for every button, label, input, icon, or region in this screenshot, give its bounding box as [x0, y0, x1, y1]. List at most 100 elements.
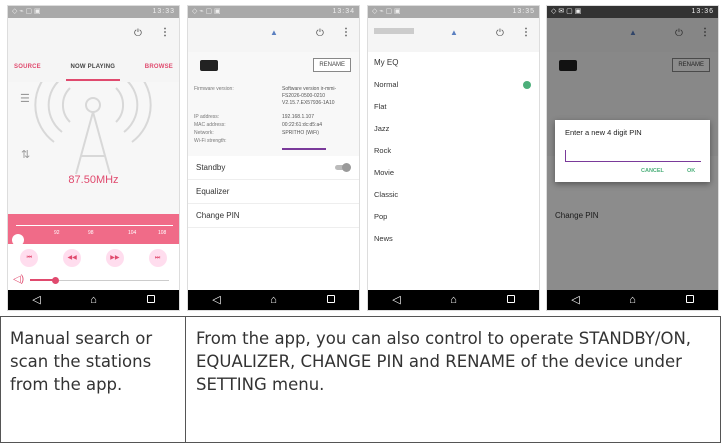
eq-item-movie[interactable]: Movie	[368, 162, 539, 184]
eq-item-label: Normal	[374, 80, 399, 89]
radio-tower-icon	[34, 67, 152, 175]
status-bar: ◇ ⌁ ▢ ▣ 13:33	[8, 6, 179, 18]
more-vert-icon[interactable]: ⋮	[341, 27, 351, 38]
eq-item-flat[interactable]: Flat	[368, 96, 539, 118]
menu-item-standby[interactable]: Standby	[188, 156, 359, 180]
frequency-display: 87.50MHz	[68, 174, 119, 186]
cancel-button[interactable]: CANCEL	[641, 168, 664, 174]
status-time: 13:35	[512, 8, 535, 15]
power-icon[interactable]: ⏻	[496, 28, 504, 39]
tuner-tick-label: 98	[88, 230, 94, 236]
phone-now-playing: ◇ ⌁ ▢ ▣ 13:33 ⏻ ⋮ SOURCE NOW PLAYING BROW…	[8, 6, 179, 310]
android-nav-bar: ◁ ⌂	[368, 290, 539, 310]
collapse-icon[interactable]: ▲	[450, 28, 458, 37]
tab-browse[interactable]: BROWSE	[145, 52, 173, 82]
tab-now-playing[interactable]: NOW PLAYING	[71, 52, 116, 82]
info-label-network: Network:	[194, 130, 214, 136]
back-icon[interactable]: ◁	[22, 290, 52, 310]
caption-left: Manual search or scan the stations from …	[10, 329, 153, 394]
tab-source[interactable]: SOURCE	[14, 52, 41, 82]
more-vert-icon[interactable]: ⋮	[160, 27, 170, 38]
info-label-firmware: Firmware version:	[194, 86, 234, 92]
home-icon[interactable]: ⌂	[439, 290, 469, 310]
recents-icon[interactable]	[496, 290, 526, 310]
tuner-knob[interactable]	[12, 234, 24, 246]
status-bar: ◇ ⌁ ▢ ▣ 13:35	[368, 6, 539, 18]
eq-item-rock[interactable]: Rock	[368, 140, 539, 162]
caption-cell-right: From the app, you can also control to op…	[186, 317, 721, 443]
status-time: 13:34	[332, 8, 355, 15]
eq-item-normal[interactable]: Normal	[368, 74, 539, 96]
pin-dialog: Enter a new 4 digit PIN CANCEL OK	[555, 120, 710, 182]
ok-button[interactable]: OK	[687, 168, 695, 174]
home-icon[interactable]: ⌂	[259, 290, 289, 310]
caption-right: From the app, you can also control to op…	[196, 329, 692, 394]
android-nav-bar: ◁ ⌂	[188, 290, 359, 310]
power-icon[interactable]: ⏻	[134, 28, 142, 39]
prev-icon[interactable]: ⏮	[20, 249, 39, 267]
device-image	[200, 60, 218, 71]
forward-icon[interactable]: ▶▶	[105, 249, 124, 267]
recents-icon[interactable]	[675, 290, 705, 310]
more-vert-icon[interactable]: ⋮	[521, 27, 531, 38]
settings-menu: Standby Equalizer Change PIN	[188, 156, 359, 228]
playback-controls: ⏮ ◀◀ ▶▶ ⏭	[8, 246, 179, 270]
android-nav-bar: ◁ ⌂	[547, 290, 718, 310]
tuner-tick-label: 108	[158, 230, 167, 236]
eq-list: My EQ Normal Flat Jazz Rock Movie Classi…	[368, 52, 539, 250]
now-playing-panel: ☰ ⇅	[8, 67, 179, 214]
home-icon[interactable]: ⌂	[79, 290, 109, 310]
app-bar: ⏻ ⋮	[8, 18, 179, 52]
phone-change-pin: ◇ ✉ ▢ ▣ 13:36 ▲ ⏻ ⋮ RENAME Change PIN Ent…	[547, 6, 718, 310]
info-value-mac: 00:22:61:dc:d5:a4	[282, 122, 323, 128]
back-icon[interactable]: ◁	[382, 290, 412, 310]
blurred-title	[374, 28, 414, 34]
eq-item-news[interactable]: News	[368, 228, 539, 250]
wifi-strength-bar	[282, 148, 326, 150]
list-icon[interactable]: ☰	[20, 92, 30, 105]
status-time: 13:36	[691, 8, 714, 15]
screenshot-row: ◇ ⌁ ▢ ▣ 13:33 ⏻ ⋮ SOURCE NOW PLAYING BROW…	[0, 0, 721, 317]
phone-equalizer: ◇ ⌁ ▢ ▣ 13:35 ▲ ⏻ ⋮ My EQ Normal Flat Jaz…	[368, 6, 539, 310]
info-label-wifi: Wi-Fi strength:	[194, 138, 227, 144]
tab-active-indicator	[66, 79, 120, 81]
tuner-tick-label: 104	[128, 230, 137, 236]
menu-item-equalizer[interactable]: Equalizer	[188, 180, 359, 204]
back-icon[interactable]: ◁	[202, 290, 232, 310]
pin-input[interactable]	[565, 150, 701, 162]
next-icon[interactable]: ⏭	[148, 249, 167, 267]
app-bar: ▲ ⏻ ⋮	[368, 18, 539, 52]
home-icon[interactable]: ⌂	[618, 290, 648, 310]
collapse-icon[interactable]: ▲	[270, 28, 278, 37]
menu-item-label: Standby	[196, 163, 226, 172]
standby-toggle[interactable]	[335, 163, 351, 172]
status-bar: ◇ ✉ ▢ ▣ 13:36	[547, 6, 718, 18]
volume-row: ◁)	[8, 270, 179, 290]
status-bar: ◇ ⌁ ▢ ▣ 13:34	[188, 6, 359, 18]
info-value-ip: 192.168.1.107	[282, 114, 314, 120]
selected-radio-icon	[523, 81, 531, 89]
status-time: 13:33	[152, 8, 175, 15]
info-label-ip: IP address:	[194, 114, 220, 120]
power-icon[interactable]: ⏻	[316, 28, 324, 39]
back-icon[interactable]: ◁	[561, 290, 591, 310]
volume-knob[interactable]	[52, 277, 59, 284]
caption-cell-left: Manual search or scan the stations from …	[0, 317, 186, 443]
caption-row: Manual search or scan the stations from …	[0, 317, 721, 443]
eq-title: My EQ	[374, 58, 399, 67]
device-info-panel: RENAME Firmware version: Software versio…	[188, 52, 359, 156]
eq-item-jazz[interactable]: Jazz	[368, 118, 539, 140]
info-value-network: SPRITHO (WiFi)	[282, 130, 319, 136]
phone-settings: ◇ ⌁ ▢ ▣ 13:34 ▲ ⏻ ⋮ RENAME Firmware versi…	[188, 6, 359, 310]
recents-icon[interactable]	[316, 290, 346, 310]
tuner-scale[interactable]: 92 98 104 108	[8, 214, 179, 246]
shuffle-icon[interactable]: ⇅	[21, 148, 30, 161]
rename-button[interactable]: RENAME	[313, 58, 351, 72]
eq-item-classic[interactable]: Classic	[368, 184, 539, 206]
eq-item-pop[interactable]: Pop	[368, 206, 539, 228]
tuner-track	[16, 225, 173, 226]
info-label-mac: MAC address:	[194, 122, 226, 128]
menu-item-change-pin[interactable]: Change PIN	[188, 204, 359, 228]
recents-icon[interactable]	[136, 290, 166, 310]
rewind-icon[interactable]: ◀◀	[63, 249, 82, 267]
